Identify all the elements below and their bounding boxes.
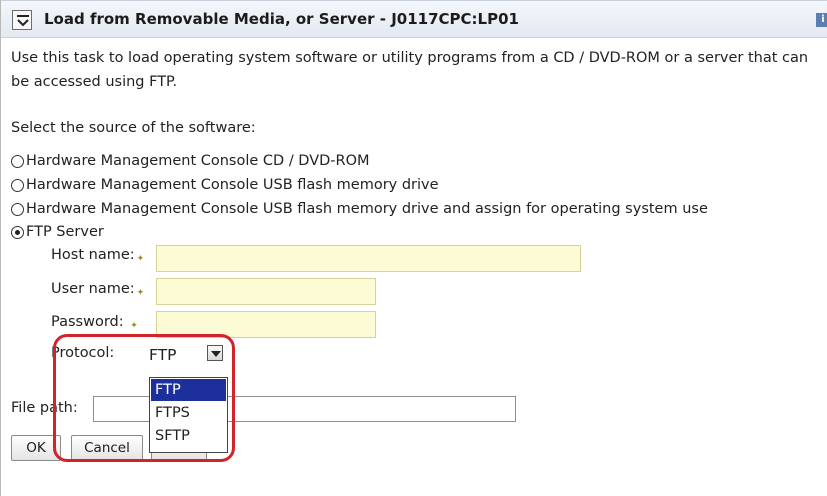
password-label: Password: ✦ bbox=[51, 314, 138, 331]
source-prompt: Select the source of the software: bbox=[11, 120, 256, 136]
password-input[interactable] bbox=[156, 311, 376, 338]
protocol-option-ftps[interactable]: FTPS bbox=[151, 402, 226, 424]
user-name-label: User name: ✦ bbox=[51, 281, 145, 298]
radio-button-selected[interactable] bbox=[11, 225, 24, 239]
file-path-label: File path: bbox=[11, 400, 78, 416]
required-icon: ✦ bbox=[136, 254, 145, 264]
protocol-select[interactable]: FTP bbox=[147, 344, 223, 368]
collapse-button[interactable] bbox=[12, 10, 32, 30]
source-option-label: Hardware Management Console USB flash me… bbox=[26, 177, 439, 193]
cancel-button[interactable]: Cancel bbox=[71, 435, 143, 461]
chevron-down-icon bbox=[211, 351, 221, 357]
source-option-label: FTP Server bbox=[26, 224, 104, 240]
source-option-label: Hardware Management Console USB flash me… bbox=[26, 201, 708, 217]
protocol-option-sftp[interactable]: SFTP bbox=[151, 425, 226, 447]
radio-button[interactable] bbox=[11, 202, 24, 216]
source-option-ftp[interactable]: FTP Server bbox=[11, 221, 104, 243]
task-description: Use this task to load operating system s… bbox=[11, 50, 809, 90]
protocol-label: Protocol: bbox=[51, 345, 115, 361]
source-option-usb[interactable]: Hardware Management Console USB flash me… bbox=[11, 174, 439, 196]
required-icon: ✦ bbox=[136, 288, 145, 298]
protocol-dropdown-list[interactable]: FTP FTPS SFTP bbox=[149, 377, 228, 453]
host-name-input[interactable] bbox=[156, 245, 581, 272]
source-option-cd-dvd[interactable]: Hardware Management Console CD / DVD-ROM bbox=[11, 150, 370, 172]
host-name-label: Host name: ✦ bbox=[51, 247, 145, 264]
chevron-down-icon bbox=[17, 15, 29, 27]
protocol-selected-value: FTP bbox=[149, 346, 177, 364]
protocol-option-ftp[interactable]: FTP bbox=[151, 379, 226, 401]
user-name-input[interactable] bbox=[156, 278, 376, 305]
required-icon: ✦ bbox=[130, 321, 138, 331]
window-title: Load from Removable Media, or Server - J… bbox=[44, 10, 519, 28]
title-bar: Load from Removable Media, or Server - J… bbox=[1, 0, 827, 38]
radio-button[interactable] bbox=[11, 154, 24, 168]
info-icon[interactable]: i bbox=[816, 13, 827, 27]
task-panel: Load from Removable Media, or Server - J… bbox=[0, 0, 827, 496]
radio-button[interactable] bbox=[11, 178, 24, 192]
dropdown-arrow-button[interactable] bbox=[207, 345, 223, 361]
source-option-label: Hardware Management Console CD / DVD-ROM bbox=[26, 153, 370, 169]
ok-button[interactable]: OK bbox=[11, 435, 61, 461]
source-option-usb-assign[interactable]: Hardware Management Console USB flash me… bbox=[11, 198, 708, 220]
